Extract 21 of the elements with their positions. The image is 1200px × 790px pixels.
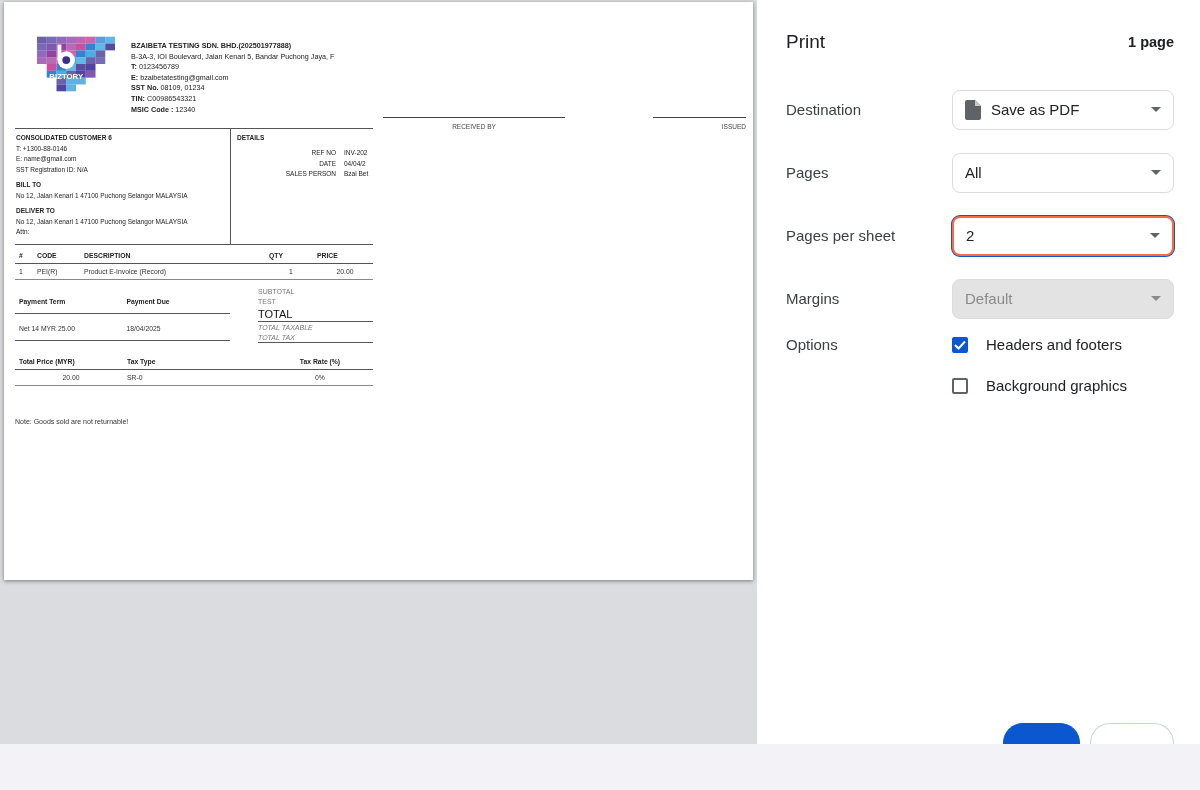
field-label: Margins bbox=[786, 290, 841, 307]
caret-icon bbox=[1151, 107, 1161, 112]
checkbox-option[interactable]: Headers and footers bbox=[952, 336, 1174, 353]
checkbox-option[interactable]: Background graphics bbox=[952, 377, 1174, 394]
filled-button[interactable] bbox=[1003, 723, 1080, 744]
total-label: TOTAL bbox=[258, 306, 373, 322]
page-count: 1 page bbox=[1128, 34, 1174, 50]
checkbox[interactable] bbox=[952, 377, 968, 394]
dialog-title: Print bbox=[786, 31, 826, 53]
caret-icon bbox=[1151, 296, 1161, 301]
document-icon bbox=[965, 99, 981, 120]
field-label: Pages per sheet bbox=[786, 227, 897, 244]
dropdown[interactable]: All bbox=[952, 152, 1174, 193]
dropdown[interactable]: 2 bbox=[952, 215, 1174, 256]
caret-icon bbox=[1151, 170, 1161, 175]
dropdown[interactable]: Save as PDF bbox=[952, 89, 1174, 130]
checkbox[interactable] bbox=[952, 336, 968, 353]
field-label: Destination bbox=[786, 101, 863, 118]
caret-icon bbox=[1150, 233, 1160, 238]
field-label: Pages bbox=[786, 164, 830, 181]
field-label: Options bbox=[786, 336, 839, 355]
